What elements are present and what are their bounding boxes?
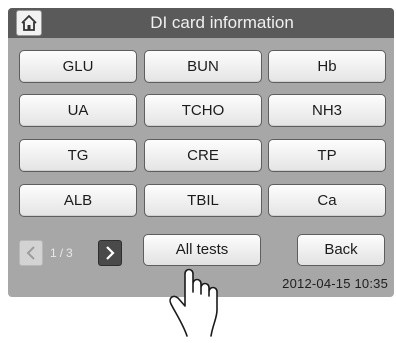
page-title: DI card information — [150, 13, 294, 32]
home-button[interactable] — [16, 10, 42, 36]
page-separator: / — [59, 246, 64, 260]
back-button[interactable]: Back — [297, 234, 385, 266]
test-button-ua[interactable]: UA — [19, 94, 137, 127]
test-button-glu[interactable]: GLU — [19, 50, 137, 83]
test-button-bun[interactable]: BUN — [144, 50, 262, 83]
test-button-hb[interactable]: Hb — [268, 50, 386, 83]
test-button-alb[interactable]: ALB — [19, 184, 137, 217]
test-button-ca[interactable]: Ca — [268, 184, 386, 217]
prev-page-button[interactable] — [19, 240, 43, 266]
page-total: 3 — [66, 246, 73, 260]
title-bar: DI card information — [8, 8, 394, 38]
pointing-hand-icon — [165, 248, 237, 343]
test-button-cre[interactable]: CRE — [144, 139, 262, 172]
page-current: 1 — [50, 246, 57, 260]
next-page-button[interactable] — [98, 240, 122, 266]
test-button-tp[interactable]: TP — [268, 139, 386, 172]
datetime-display: 2012-04-15 10:35 — [282, 276, 388, 291]
test-button-tg[interactable]: TG — [19, 139, 137, 172]
page-indicator: 1/3 — [50, 240, 73, 266]
test-button-tcho[interactable]: TCHO — [144, 94, 262, 127]
test-button-tbil[interactable]: TBIL — [144, 184, 262, 217]
test-button-nh3[interactable]: NH3 — [268, 94, 386, 127]
